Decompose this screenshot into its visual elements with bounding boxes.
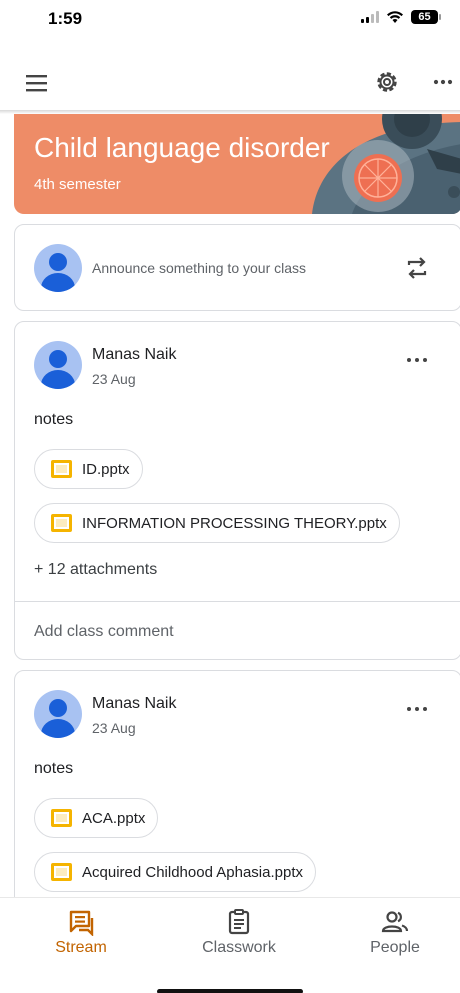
divider bbox=[15, 601, 460, 602]
pptx-file-icon bbox=[51, 863, 72, 881]
status-icons: 65 bbox=[361, 10, 441, 24]
nav-label: Stream bbox=[55, 939, 107, 956]
wifi-icon bbox=[387, 11, 403, 23]
attachment-chip[interactable]: Acquired Childhood Aphasia.pptx bbox=[34, 852, 316, 892]
attachment-chip[interactable]: ID.pptx bbox=[34, 449, 143, 489]
course-subtitle: 4th semester bbox=[34, 176, 121, 193]
avatar bbox=[34, 690, 82, 738]
battery-icon: 65 bbox=[411, 10, 441, 24]
nav-people[interactable]: People bbox=[335, 908, 455, 957]
repost-icon[interactable] bbox=[404, 254, 430, 282]
announce-input[interactable]: Announce something to your class bbox=[92, 260, 306, 276]
announce-card[interactable]: Announce something to your class bbox=[14, 224, 460, 311]
add-comment-field[interactable]: Add class comment bbox=[34, 623, 174, 641]
nav-label: Classwork bbox=[202, 939, 276, 956]
app-bar bbox=[0, 58, 460, 110]
pptx-file-icon bbox=[51, 460, 72, 478]
menu-icon[interactable] bbox=[24, 72, 50, 94]
pptx-file-icon bbox=[51, 809, 72, 827]
status-time: 1:59 bbox=[48, 9, 83, 28]
bottom-nav: Stream Classwork People bbox=[0, 897, 460, 993]
more-options-icon[interactable] bbox=[405, 356, 429, 364]
classwork-icon bbox=[228, 909, 250, 935]
course-title: Child language disorder bbox=[34, 132, 330, 163]
attachment-label: ID.pptx bbox=[82, 460, 130, 478]
nav-label: People bbox=[370, 939, 420, 956]
post-date: 23 Aug bbox=[92, 720, 136, 736]
attachment-label: INFORMATION PROCESSING THEORY.pptx bbox=[82, 514, 387, 532]
attachment-label: Acquired Childhood Aphasia.pptx bbox=[82, 863, 303, 881]
course-banner[interactable]: Child language disorder 4th semester bbox=[14, 114, 460, 214]
post-date: 23 Aug bbox=[92, 371, 136, 387]
post-body: notes bbox=[34, 411, 74, 428]
stream-icon bbox=[69, 910, 94, 936]
post-card[interactable]: Manas Naik 23 Aug notes ID.pptx INFORMAT… bbox=[14, 321, 460, 660]
post-body: notes bbox=[34, 760, 74, 777]
status-bar: 1:59 65 bbox=[0, 0, 460, 44]
attachment-chip[interactable]: ACA.pptx bbox=[34, 798, 159, 838]
settings-gear-icon[interactable] bbox=[373, 68, 401, 96]
attachment-label: ACA.pptx bbox=[82, 809, 146, 827]
people-icon bbox=[381, 911, 409, 933]
post-author: Manas Naik bbox=[92, 695, 177, 712]
avatar bbox=[34, 244, 82, 292]
pptx-file-icon bbox=[51, 514, 72, 532]
nav-classwork[interactable]: Classwork bbox=[179, 908, 299, 957]
home-indicator bbox=[157, 989, 303, 993]
post-card[interactable]: Manas Naik 23 Aug notes ACA.pptx Acquire… bbox=[14, 670, 460, 930]
attachment-chip[interactable]: INFORMATION PROCESSING THEORY.pptx bbox=[34, 503, 400, 543]
more-options-icon[interactable] bbox=[405, 705, 429, 713]
avatar bbox=[34, 341, 82, 389]
nav-stream[interactable]: Stream bbox=[21, 908, 141, 957]
banner-illustration bbox=[312, 114, 460, 214]
post-author: Manas Naik bbox=[92, 346, 177, 363]
more-attachments-link[interactable]: + 12 attachments bbox=[34, 561, 157, 579]
signal-icon bbox=[361, 11, 379, 23]
more-options-icon[interactable] bbox=[430, 72, 456, 92]
